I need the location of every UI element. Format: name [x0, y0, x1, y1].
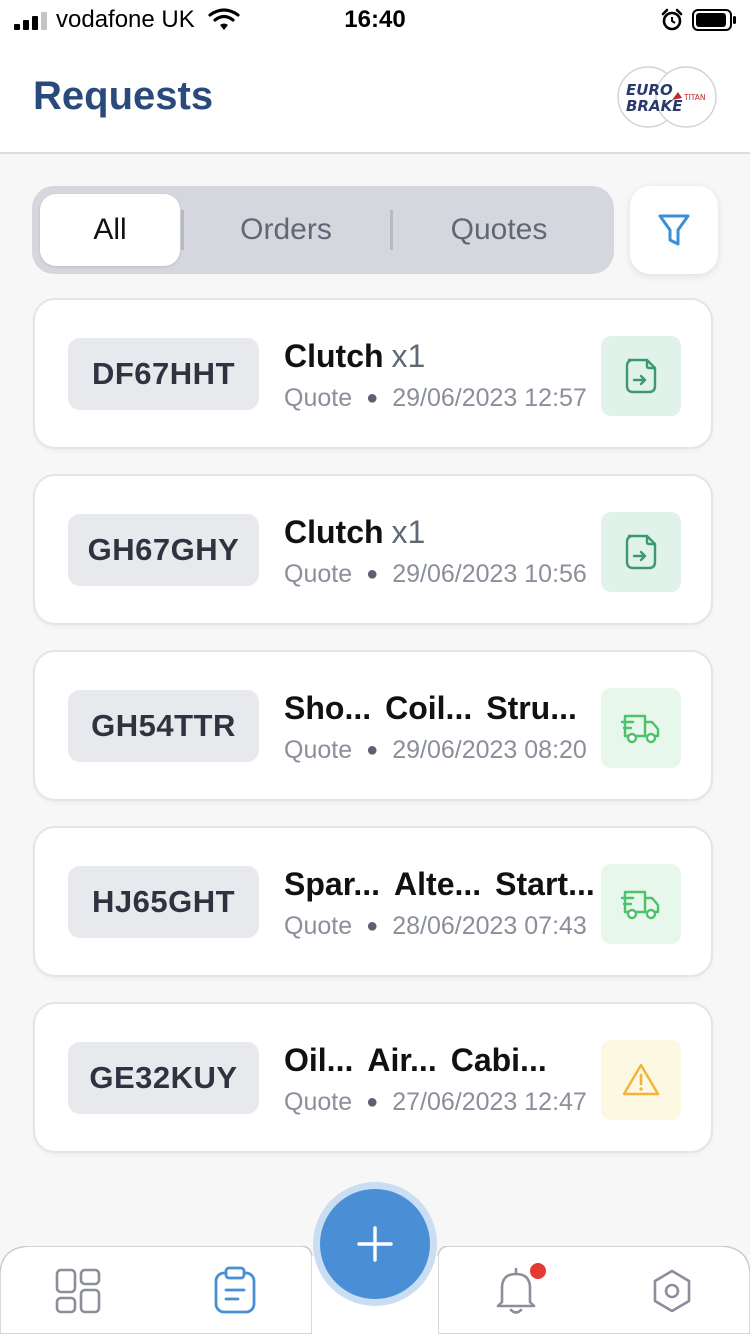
request-datetime: 27/06/2023 12:47	[392, 1088, 587, 1116]
notification-badge	[530, 1263, 546, 1279]
requests-icon	[214, 1266, 256, 1314]
part-name: Coil...	[385, 690, 473, 726]
request-type: Quote	[284, 736, 353, 764]
request-card[interactable]: GH67GHY Clutch x1 Quote ● 29/06/2023 10:56	[33, 474, 713, 625]
part-name: Alte...	[394, 866, 482, 902]
separator-dot: ●	[366, 739, 379, 761]
request-meta: Quote ● 28/06/2023 07:43	[284, 912, 587, 941]
request-type-tabs: All Orders Quotes	[32, 186, 614, 274]
registration-plate: HJ65GHT	[68, 866, 259, 938]
part-name: Oil...	[284, 1042, 354, 1078]
svg-text:TITAN: TITAN	[683, 93, 706, 102]
separator-dot: ●	[366, 1091, 379, 1113]
tab-all[interactable]: All	[40, 194, 180, 266]
part-name: Sho...	[284, 690, 372, 726]
separator-dot: ●	[366, 915, 379, 937]
page-title: Requests	[33, 74, 214, 118]
registration-plate: GH67GHY	[68, 514, 259, 586]
request-card[interactable]: GE32KUY Oil... Air... Cabi... Quote ● 27/06/20…	[33, 1002, 713, 1153]
request-datetime: 29/06/2023 12:57	[392, 384, 587, 412]
part-name: Stru...	[486, 690, 577, 726]
request-items: Oil... Air... Cabi...	[284, 1042, 561, 1082]
request-type: Quote	[284, 1088, 353, 1116]
filter-button[interactable]	[630, 186, 718, 274]
separator-dot: ●	[366, 563, 379, 585]
filter-icon	[658, 214, 690, 246]
request-datetime: 28/06/2023 07:43	[392, 912, 587, 940]
document-icon	[601, 512, 681, 592]
request-meta: Quote ● 29/06/2023 10:56	[284, 560, 587, 589]
request-items: Sho... Coil... Stru...	[284, 690, 591, 730]
dashboard-icon	[55, 1268, 101, 1314]
part-name: Start...	[495, 866, 595, 902]
part-name: Air...	[367, 1042, 437, 1078]
request-datetime: 29/06/2023 10:56	[392, 560, 587, 588]
request-meta: Quote ● 29/06/2023 12:57	[284, 384, 587, 413]
request-type: Quote	[284, 384, 353, 412]
request-card[interactable]: DF67HHT Clutch x1 Quote ● 29/06/2023 12:57	[33, 298, 713, 449]
delivery-truck-icon	[601, 864, 681, 944]
wifi-icon	[208, 8, 240, 30]
tab-orders[interactable]: Orders	[184, 194, 388, 266]
nav-settings[interactable]	[650, 1268, 700, 1318]
request-card[interactable]: GH54TTR Sho... Coil... Stru... Quote ● 29/06/2…	[33, 650, 713, 801]
part-quantity: x1	[391, 338, 426, 374]
company-logo: EURO BRAKE TITAN	[617, 66, 717, 128]
battery-icon	[692, 9, 736, 31]
separator-dot: ●	[366, 387, 379, 409]
part-name: Clutch	[284, 338, 384, 374]
signal-icon	[14, 12, 47, 30]
svg-text:BRAKE: BRAKE	[626, 97, 683, 115]
nav-requests[interactable]	[213, 1266, 263, 1316]
tab-quotes[interactable]: Quotes	[394, 194, 604, 266]
settings-icon	[653, 1269, 691, 1313]
registration-plate: DF67HHT	[68, 338, 259, 410]
warning-icon	[601, 1040, 681, 1120]
status-bar: vodafone UK 16:40	[0, 0, 750, 44]
part-name: Cabi...	[450, 1042, 547, 1078]
request-items: Clutch x1	[284, 514, 425, 554]
part-quantity: x1	[391, 514, 426, 550]
request-meta: Quote ● 29/06/2023 08:20	[284, 736, 587, 765]
registration-plate: GE32KUY	[68, 1042, 259, 1114]
delivery-truck-icon	[601, 688, 681, 768]
carrier-name: vodafone UK	[56, 6, 195, 33]
part-name: Clutch	[284, 514, 384, 550]
request-items: Clutch x1	[284, 338, 425, 378]
part-name: Spar...	[284, 866, 381, 902]
add-request-button[interactable]	[320, 1189, 430, 1299]
request-type: Quote	[284, 912, 353, 940]
document-icon	[601, 336, 681, 416]
registration-plate: GH54TTR	[68, 690, 259, 762]
request-meta: Quote ● 27/06/2023 12:47	[284, 1088, 587, 1117]
header: Requests EURO BRAKE TITAN	[0, 44, 750, 154]
alarm-icon	[661, 8, 683, 31]
plus-icon	[357, 1226, 393, 1262]
request-type: Quote	[284, 560, 353, 588]
nav-dashboard[interactable]	[55, 1268, 105, 1318]
request-datetime: 29/06/2023 08:20	[392, 736, 587, 764]
tab-divider	[390, 210, 393, 250]
request-items: Spar... Alte... Start...	[284, 866, 609, 906]
request-card[interactable]: HJ65GHT Spar... Alte... Start... Quote ● 28/06…	[33, 826, 713, 977]
